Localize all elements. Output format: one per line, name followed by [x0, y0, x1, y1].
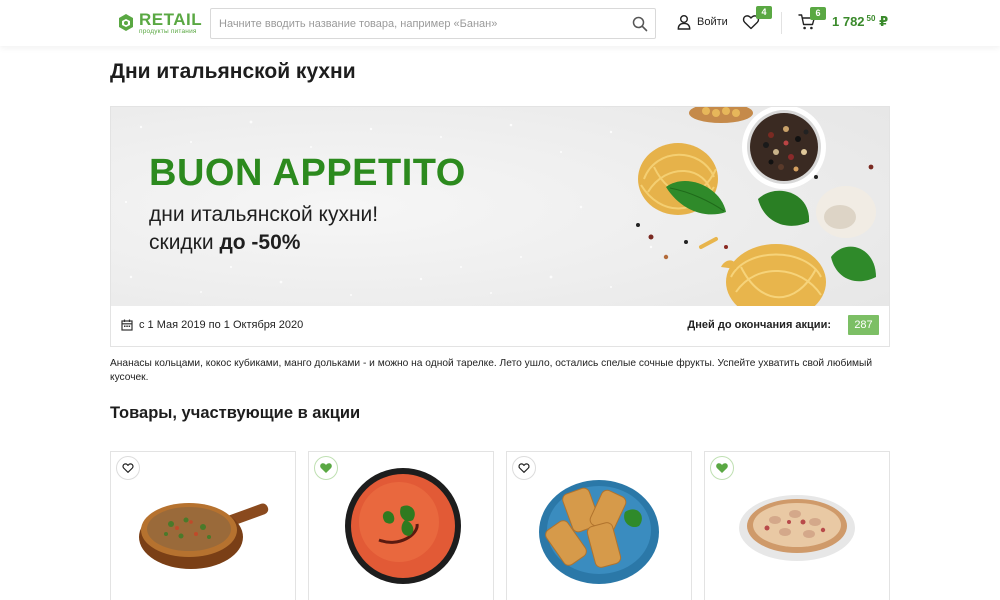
- logo-text: RETAIL: [139, 9, 203, 29]
- food-illustration: [636, 107, 876, 306]
- promo-dates-text: с 1 Мая 2019 по 1 Октября 2020: [139, 319, 304, 331]
- logo[interactable]: RETAIL продукты питания: [116, 9, 202, 37]
- promo-footer: с 1 Мая 2019 по 1 Октября 2020 Дней до о…: [111, 306, 889, 346]
- calendar-icon: [121, 319, 133, 331]
- cart-button[interactable]: 6: [798, 7, 826, 33]
- product-image-spring-rolls: [539, 480, 659, 584]
- favorite-toggle[interactable]: [512, 456, 536, 480]
- favorite-toggle[interactable]: [116, 456, 140, 480]
- promo-block: BUON APPETITO дни итальянской кухни! ски…: [110, 106, 890, 347]
- heart-filled-icon: [716, 463, 728, 474]
- cart-total-cents: 50: [866, 14, 876, 23]
- products-section-title: Товары, участвующие в акции: [110, 404, 361, 422]
- product-image-mushroom-pizza: [739, 495, 855, 561]
- days-left-label: Дней до окончания акции:: [687, 319, 831, 331]
- logo-icon: [119, 14, 133, 31]
- favorites-button[interactable]: 4: [742, 6, 772, 33]
- login-button[interactable]: Войти: [677, 14, 728, 30]
- login-label: Войти: [697, 16, 728, 28]
- search-icon[interactable]: [631, 15, 649, 33]
- product-card[interactable]: [506, 451, 692, 600]
- heart-filled-icon: [320, 463, 332, 474]
- promo-description: Ананасы кольцами, кокос кубиками, манго …: [110, 358, 873, 383]
- cart-total-amount: 1 782: [832, 14, 865, 29]
- product-image-pizza-board: [139, 503, 269, 569]
- favorites-count-badge: 4: [756, 6, 772, 19]
- heart-icon: [122, 463, 134, 473]
- product-image-tomato-soup: [345, 468, 461, 584]
- favorite-toggle[interactable]: [710, 456, 734, 480]
- favorite-toggle[interactable]: [314, 456, 338, 480]
- promo-dates: с 1 Мая 2019 по 1 Октября 2020: [121, 319, 303, 331]
- banner-headline: BUON APPETITO: [149, 152, 466, 194]
- product-card[interactable]: [308, 451, 494, 600]
- logo-subtitle: продукты питания: [139, 27, 197, 35]
- banner-discount-value: до -50%: [219, 231, 301, 254]
- user-icon: [677, 15, 691, 30]
- search-bar: [210, 8, 656, 39]
- banner-subtitle: дни итальянской кухни!: [149, 203, 379, 226]
- promo-banner[interactable]: BUON APPETITO дни итальянской кухни! ски…: [111, 107, 889, 306]
- cart-currency: ₽: [879, 14, 889, 29]
- site-header: RETAIL продукты питания Войти 4 6: [0, 0, 1000, 46]
- cart-total[interactable]: 1 782 50 ₽: [832, 14, 888, 30]
- product-card[interactable]: [110, 451, 296, 600]
- banner-discount-prefix: скидки: [149, 231, 220, 254]
- heart-icon: [518, 463, 530, 473]
- days-left-badge: 287: [848, 315, 879, 335]
- page-title: Дни итальянской кухни: [110, 60, 356, 83]
- product-card[interactable]: [704, 451, 890, 600]
- search-input[interactable]: [211, 9, 611, 38]
- header-divider: [781, 12, 782, 34]
- cart-count-badge: 6: [810, 7, 826, 20]
- banner-discount: скидки до -50%: [149, 231, 300, 255]
